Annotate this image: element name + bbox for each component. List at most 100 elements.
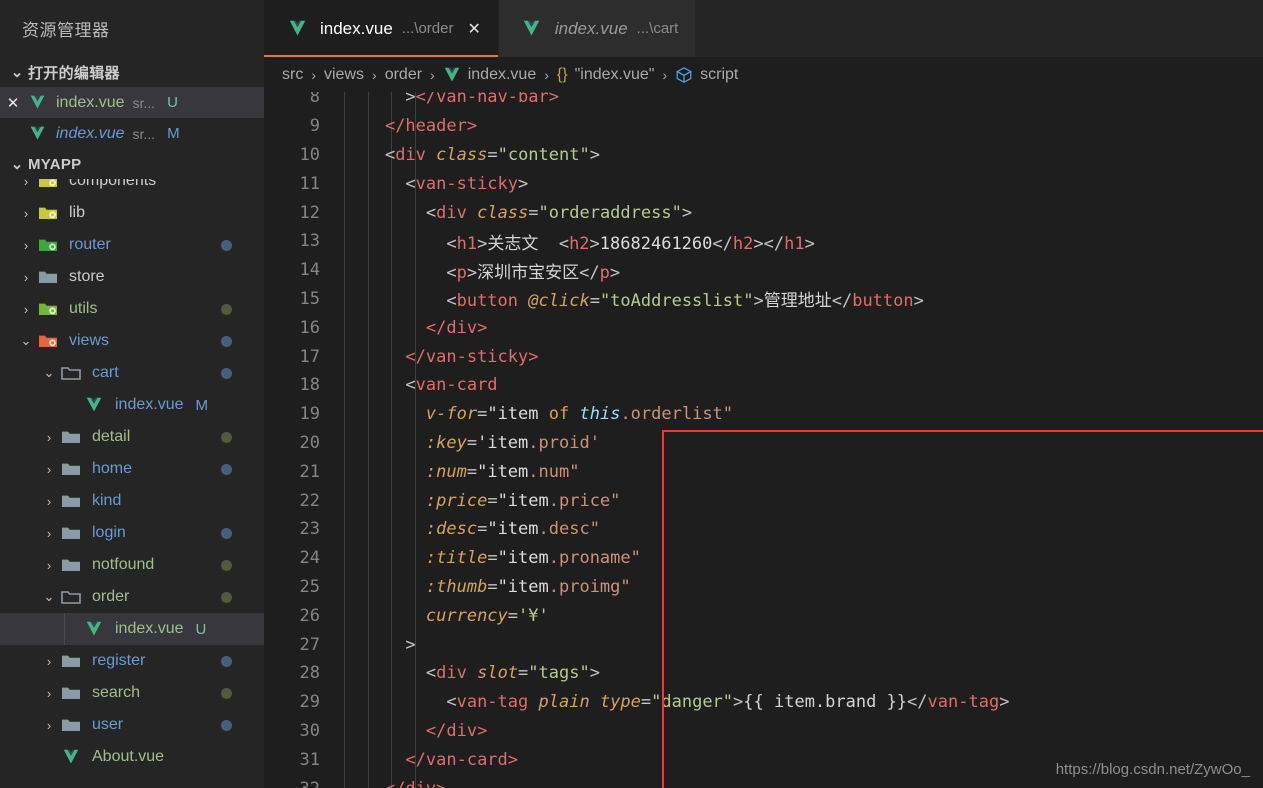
- project-header-myapp[interactable]: ⌄ MYAPP: [0, 149, 264, 179]
- chevron-down-icon: ⌄: [10, 64, 24, 81]
- chevron-right-icon[interactable]: ›: [16, 179, 36, 189]
- chevron-right-icon[interactable]: ›: [39, 526, 59, 541]
- line-content[interactable]: :key='item.proid': [332, 433, 1263, 453]
- line-content[interactable]: :title="item.proname": [332, 548, 1263, 568]
- code-line: 11 <van-sticky>: [264, 169, 1263, 198]
- chevron-down-icon[interactable]: ⌄: [39, 589, 59, 605]
- line-number: 25: [299, 576, 320, 597]
- code-line: 26 currency='¥': [264, 601, 1263, 630]
- tree-item-index-vue[interactable]: index.vue M: [0, 389, 264, 421]
- line-content[interactable]: v-for="item of this.orderlist": [332, 404, 1263, 424]
- chevron-right-icon[interactable]: ›: [16, 302, 36, 317]
- tab-path: ...\order: [401, 20, 454, 37]
- line-number: 8: [309, 92, 320, 108]
- line-content[interactable]: <div slot="tags">: [332, 663, 1263, 683]
- line-content[interactable]: ></van-nav-bar>: [332, 92, 1263, 107]
- line-content[interactable]: <div class="orderaddress">: [332, 203, 1263, 223]
- chevron-right-icon[interactable]: ›: [16, 206, 36, 221]
- tree-item-login[interactable]: › login: [0, 517, 264, 549]
- line-content[interactable]: :desc="item.desc": [332, 519, 1263, 539]
- line-content[interactable]: <h1>关志文 <h2>18682461260</h2></h1>: [332, 229, 1263, 254]
- line-content[interactable]: <p>深圳市宝安区</p>: [332, 258, 1263, 283]
- chevron-down-icon[interactable]: ⌄: [39, 365, 59, 381]
- line-content[interactable]: :price="item.price": [332, 491, 1263, 511]
- chevron-right-icon[interactable]: ›: [39, 558, 59, 573]
- tree-item-cart[interactable]: ⌄ cart: [0, 357, 264, 389]
- git-status-dot: [221, 655, 232, 667]
- code-line: 19 v-for="item of this.orderlist": [264, 400, 1263, 429]
- tab-index-vue-order[interactable]: index.vue ...\order ✕: [264, 0, 499, 57]
- tree-item-notfound[interactable]: › notfound: [0, 549, 264, 581]
- line-content[interactable]: </div>: [332, 721, 1263, 741]
- tree-item-views[interactable]: ⌄ views: [0, 325, 264, 357]
- line-number: 29: [299, 692, 320, 713]
- breadcrumb-item-views[interactable]: views: [324, 66, 364, 84]
- git-status-dot: [221, 719, 232, 731]
- tree-item-lib[interactable]: › lib: [0, 197, 264, 229]
- tree-item-detail[interactable]: › detail: [0, 421, 264, 453]
- line-content[interactable]: <button @click="toAddresslist">管理地址</but…: [332, 286, 1263, 311]
- line-content[interactable]: <van-tag plain type="danger">{{ item.bra…: [332, 692, 1263, 712]
- chevron-right-icon[interactable]: ›: [16, 238, 36, 253]
- line-content[interactable]: </div>: [332, 779, 1263, 788]
- tab-bar: index.vue ...\order ✕ index.vue ...\cart: [264, 0, 1263, 57]
- chevron-right-icon[interactable]: ›: [39, 494, 59, 509]
- tree-item-home[interactable]: › home: [0, 453, 264, 485]
- breadcrumb-item-index-vue[interactable]: index.vue: [468, 66, 537, 84]
- open-editor-item-order[interactable]: ✕ index.vue sr... U: [0, 87, 264, 118]
- code-line: 18 <van-card: [264, 371, 1263, 400]
- tree-item-index-vue[interactable]: index.vue U: [0, 613, 264, 645]
- chevron-right-icon[interactable]: ›: [16, 270, 36, 285]
- line-number: 21: [299, 461, 320, 482]
- tab-close-icon[interactable]: ✕: [467, 19, 480, 39]
- tree-item-components[interactable]: › components: [0, 179, 264, 197]
- open-editors-header[interactable]: ⌄ 打开的编辑器: [0, 57, 264, 87]
- line-content[interactable]: <div class="content">: [332, 145, 1263, 165]
- code-editor[interactable]: 8 ></van-nav-bar> 9 </header> 10 <div clas…: [264, 92, 1263, 788]
- tab-filename: index.vue: [320, 18, 393, 38]
- chevron-right-icon[interactable]: ›: [39, 430, 59, 445]
- chevron-right-icon[interactable]: ›: [39, 686, 59, 701]
- chevron-right-icon[interactable]: ›: [39, 462, 59, 477]
- tree-item-user[interactable]: › user: [0, 709, 264, 741]
- tree-item-search[interactable]: › search: [0, 677, 264, 709]
- line-content[interactable]: >: [332, 635, 1263, 655]
- chevron-down-icon[interactable]: ⌄: [16, 333, 36, 349]
- line-content[interactable]: <van-sticky>: [332, 174, 1263, 194]
- line-content[interactable]: :thumb="item.proimg": [332, 577, 1263, 597]
- line-content[interactable]: currency='¥': [332, 606, 1263, 626]
- breadcrumb-item-index-vue-symbol[interactable]: "index.vue": [575, 66, 655, 84]
- breadcrumb-item-order[interactable]: order: [385, 66, 422, 84]
- line-content[interactable]: <van-card: [332, 375, 1263, 395]
- tree-item-utils[interactable]: › utils: [0, 293, 264, 325]
- chevron-right-icon[interactable]: ›: [39, 718, 59, 733]
- tree-item-register[interactable]: › register: [0, 645, 264, 677]
- tree-item-router[interactable]: › router: [0, 229, 264, 261]
- tree-item-order[interactable]: ⌄ order: [0, 581, 264, 613]
- tab-index-vue-cart[interactable]: index.vue ...\cart: [498, 0, 697, 57]
- git-status-dot: [221, 559, 232, 571]
- line-content[interactable]: :num="item.num": [332, 462, 1263, 482]
- open-editor-filename: index.vue: [56, 124, 125, 142]
- tree-item-kind[interactable]: › kind: [0, 485, 264, 517]
- line-content[interactable]: </div>: [332, 318, 1263, 338]
- line-content[interactable]: </header>: [332, 116, 1263, 136]
- tree-item-store[interactable]: › store: [0, 261, 264, 293]
- tree-item-label: order: [92, 588, 130, 605]
- git-status-dot: [221, 687, 232, 699]
- tree-item-badge: U: [195, 620, 207, 638]
- tree-item-about-vue[interactable]: About.vue: [0, 741, 264, 773]
- code-line: 14 <p>深圳市宝安区</p>: [264, 256, 1263, 285]
- line-number: 13: [299, 231, 320, 252]
- breadcrumb-item-script[interactable]: script: [700, 66, 738, 84]
- breadcrumb-item-src[interactable]: src: [282, 66, 303, 84]
- folder-icon: [59, 717, 83, 733]
- watermark-text: https://blog.csdn.net/ZywOo_: [1055, 761, 1250, 778]
- chevron-right-icon[interactable]: ›: [39, 654, 59, 669]
- folder-icon: [36, 179, 60, 189]
- line-content[interactable]: </van-sticky>: [332, 347, 1263, 367]
- open-editor-path: sr...: [132, 125, 156, 142]
- tree-item-label: store: [69, 268, 105, 285]
- open-editor-item-cart[interactable]: index.vue sr... M: [0, 118, 264, 149]
- close-icon[interactable]: ✕: [0, 94, 26, 112]
